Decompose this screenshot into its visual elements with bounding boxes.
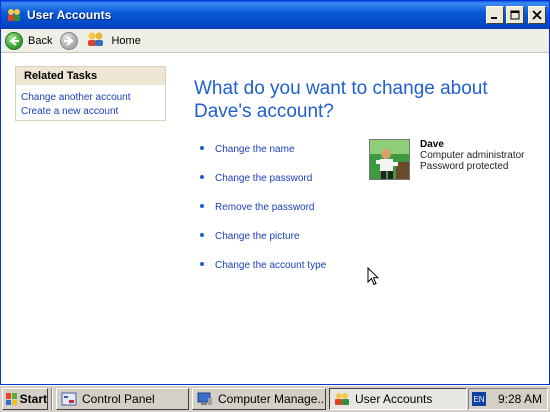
computer-management-icon: [197, 392, 213, 406]
navigation-toolbar: Back Home: [1, 29, 549, 53]
system-tray: EN 9:28 AM: [468, 388, 548, 410]
change-account-type-link[interactable]: Change the account type: [215, 260, 326, 271]
user-accounts-task-label: User Accounts: [355, 392, 433, 406]
taskbar-separator: [51, 388, 53, 410]
change-picture-link[interactable]: Change the picture: [215, 231, 300, 242]
start-button[interactable]: Start: [2, 388, 48, 410]
create-new-account-link[interactable]: Create a new account: [21, 105, 165, 119]
user-accounts-icon: [6, 7, 22, 23]
bullet-icon: [200, 145, 204, 150]
language-indicator[interactable]: EN: [472, 392, 486, 406]
home-label: Home: [111, 34, 141, 47]
computer-management-task-label: Computer Manage...: [218, 392, 326, 406]
account-card: Dave Computer administrator Password pro…: [369, 139, 524, 180]
option-change-password[interactable]: Change the password: [200, 164, 326, 193]
option-remove-password[interactable]: Remove the password: [200, 193, 326, 222]
bullet-icon: [200, 174, 204, 179]
account-status: Password protected: [420, 161, 509, 172]
change-name-link[interactable]: Change the name: [215, 144, 295, 155]
start-label: Start: [19, 392, 47, 406]
home-button[interactable]: Home: [82, 30, 144, 52]
taskbar-user-accounts[interactable]: User Accounts: [329, 388, 467, 410]
bullet-icon: [200, 232, 204, 237]
taskbar-control-panel[interactable]: Control Panel: [56, 388, 189, 410]
back-arrow-icon: [5, 31, 23, 50]
option-change-name[interactable]: Change the name: [200, 135, 326, 164]
forward-button[interactable]: [56, 30, 82, 52]
control-panel-task-label: Control Panel: [82, 392, 155, 406]
option-change-account-type[interactable]: Change the account type: [200, 251, 326, 280]
option-change-picture[interactable]: Change the picture: [200, 222, 326, 251]
account-name: Dave: [420, 139, 444, 150]
user-accounts-window: User Accounts Back Home Related Tasks Ch…: [0, 0, 550, 385]
taskbar: Start Control Panel Computer Manage... U…: [0, 385, 550, 412]
change-another-account-link[interactable]: Change another account: [21, 91, 165, 105]
forward-arrow-icon: [60, 31, 79, 50]
control-panel-icon: [61, 392, 77, 406]
users-home-icon: [86, 31, 106, 50]
remove-password-link[interactable]: Remove the password: [215, 202, 315, 213]
window-title: User Accounts: [27, 8, 112, 22]
related-tasks-header: Related Tasks: [16, 67, 165, 85]
change-password-link[interactable]: Change the password: [215, 173, 312, 184]
mouse-pointer-icon: [367, 266, 380, 290]
maximize-icon: [510, 10, 520, 20]
back-label: Back: [28, 34, 53, 47]
bullet-icon: [200, 203, 204, 208]
maximize-button[interactable]: [506, 6, 524, 24]
title-bar[interactable]: User Accounts: [1, 1, 549, 29]
heading-line-1: What do you want to change about: [194, 78, 488, 99]
close-icon: [532, 10, 542, 20]
minimize-button[interactable]: [486, 6, 504, 24]
minimize-icon: [491, 17, 497, 19]
related-tasks-panel: Related Tasks Change another account Cre…: [15, 66, 166, 121]
user-accounts-icon: [334, 392, 350, 406]
windows-logo-icon: [6, 393, 17, 405]
taskbar-computer-management[interactable]: Computer Manage...: [192, 388, 326, 410]
clock[interactable]: 9:28 AM: [498, 392, 542, 406]
user-picture: [369, 139, 410, 180]
heading-line-2: Dave's account?: [194, 101, 334, 122]
close-button[interactable]: [528, 6, 546, 24]
back-button[interactable]: Back: [1, 30, 56, 52]
account-type: Computer administrator: [420, 150, 525, 161]
page-heading: What do you want to change about Dave's …: [194, 77, 534, 123]
account-options-list: Change the name Change the password Remo…: [200, 135, 326, 280]
bullet-icon: [200, 261, 204, 266]
